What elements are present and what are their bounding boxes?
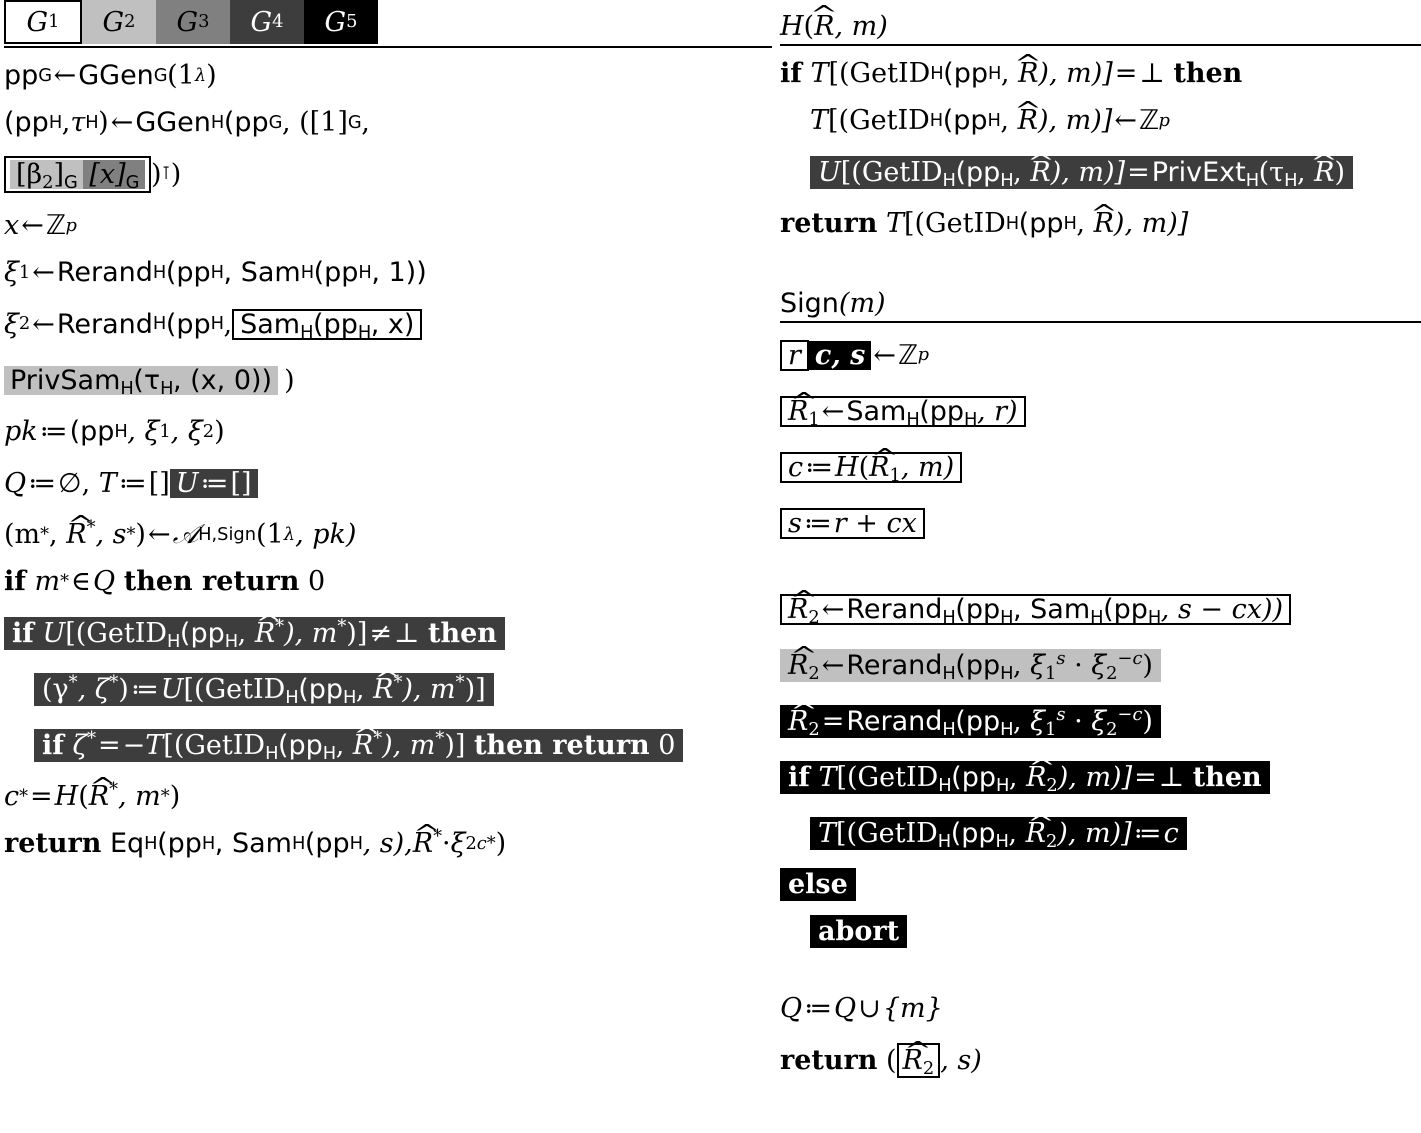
oracle-h-line-2: T [(GetID H (pp H, ^ R), m)] ← ℤp (810, 98, 1170, 136)
main-line-8: pk ≔ (pp H, ξ1, ξ 2) (4, 416, 225, 447)
game5-highlight-t-assign: T[(GetIDH(ppH, ^ R2), m)]≔c (810, 812, 1187, 850)
game1-box-r: r (780, 339, 809, 371)
game5-highlight-abort: abort (810, 915, 908, 948)
spacer-sign-end (780, 955, 1421, 985)
game-pseudocode-figure: G1 G2 G3 G4 G5 pp G ← GGen G (1 λ) (pp H, τ H)… (0, 0, 1421, 1133)
main-line-12: if U[(GetIDH(ppH, ^ R*), m*)]≠⊥ then (4, 605, 772, 661)
game1-box-return-r2: ^ R2 (896, 1039, 941, 1078)
oracle-h-rule (780, 44, 1421, 46)
main-line-4: x ← ℤp (4, 210, 77, 241)
oracle-sign-line-11: abort (780, 908, 1421, 955)
oracles-column: H(^ R, m) if T [(GetID H (pp H, ^ R), m)] = ⊥ th… (780, 0, 1421, 1088)
oracle-sign-line-7: ^ R2=RerandH(ppH, ξ1s · ξ2−c) (780, 693, 1421, 749)
main-line-3: [β2]G [x]G) ⊺) (4, 146, 772, 202)
game5-highlight-if-t: if T[(GetIDH(ppH, ^ R2), m)]=⊥ then (780, 756, 1270, 794)
spacer-sign-mid (780, 551, 1421, 581)
main-line-2: (pp H, τ H) ← GGen H (pp G, ([1] G , (4, 107, 370, 138)
game4-highlight-if-zeta: if ζ*=−T[(GetIDH(ppH, ^ R*), m*)] then re… (34, 724, 684, 762)
oracle-sign-line-2: ^ R1←SamH(ppH, r) (780, 383, 1421, 439)
game4-highlight-u-privext: U[(GetIDH(ppH, ^ R), m)]=PrivExtH(τH, ^ R) (810, 151, 1354, 189)
game1-box-r2-sam: ^ R2←RerandH(ppH, SamH(ppH, s − cx)) (780, 588, 1292, 626)
game5-highlight-cs: c, s (808, 340, 872, 370)
game2-highlight-beta: [β2]G (10, 159, 84, 191)
oracle-sign-line-12: Q ≔ Q ∪ {m} (780, 993, 943, 1024)
oracle-sign-line-8: if T[(GetIDH(ppH, ^ R2), m)]=⊥ then (780, 749, 1421, 805)
main-line-6: ξ2 ← Rerand H (pp H, SamH(ppH, x) (4, 296, 772, 352)
game-chip-g2: G2 (82, 0, 156, 44)
oracle-sign-line-9: T[(GetIDH(ppH, ^ R2), m)]≔c (780, 805, 1421, 861)
oracle-sign-line-5: ^ R2←RerandH(ppH, SamH(ppH, s − cx)) (780, 581, 1421, 637)
oracle-sign-rule (780, 321, 1421, 323)
game3-highlight-x: [x]G (83, 159, 145, 191)
oracle-h-line-1: if T [(GetID H (pp H, ^ R), m)] = ⊥ then (780, 51, 1243, 89)
oracle-h-line-4: return T [(GetID H (pp H, ^ R), m)] (780, 201, 1189, 239)
game2-highlight-r2-xi: ^ R2←RerandH(ppH, ξ1s · ξ2−c) (780, 644, 1161, 682)
game-chip-g3: G3 (156, 0, 230, 44)
main-header-rule (4, 46, 772, 48)
oracle-sign-line-3: c≔H(^ R1, m) (780, 439, 1421, 495)
game1-box-s-assign: s≔r + cx (780, 507, 925, 539)
oracle-sign-line-4: s≔r + cx (780, 495, 1421, 551)
game4-highlight-if-u: if U[(GetIDH(ppH, ^ R*), m*)]≠⊥ then (4, 612, 505, 650)
oracle-sign-line-1: r c, s ← ℤp (780, 327, 1421, 383)
main-line-16: return Eq H (pp H, Sam H (pp H, s), ^ R* · ξ 2 c*… (4, 821, 507, 859)
game-label-row: G1 G2 G3 G4 G5 (4, 0, 772, 44)
game5-highlight-else: else (780, 868, 856, 901)
oracle-sign-line-10: else (780, 861, 1421, 908)
game5-highlight-r2-xi: ^ R2=RerandH(ppH, ξ1s · ξ2−c) (780, 700, 1161, 738)
game1-box-c-hash: c≔H(^ R1, m) (780, 446, 963, 484)
main-line-14: if ζ*=−T[(GetIDH(ppH, ^ R*), m*)] then re… (4, 717, 772, 773)
game1-box-r1-sam: ^ R1←SamH(ppH, r) (780, 390, 1026, 428)
game-chip-g4: G4 (230, 0, 304, 44)
game4-highlight-gamma-zeta: (γ*, ζ*)≔U[(GetIDH(ppH, ^ R*), m*)] (34, 668, 494, 706)
oracle-sign-title: Sign (m) (780, 288, 886, 319)
spacer-between-oracles (780, 247, 1421, 277)
main-line-7: PrivSamH(τH, (x, 0))) (4, 352, 772, 408)
game4-highlight-u-init: U≔[] (169, 468, 258, 498)
game-chip-g1: G1 (4, 0, 82, 44)
game-chip-g5: G5 (304, 0, 378, 44)
main-line-13: (γ*, ζ*)≔U[(GetIDH(ppH, ^ R*), m*)] (4, 661, 772, 717)
main-line-15: c * = H(^ R*, m *) (4, 774, 181, 812)
main-line-1: pp G ← GGen G (1 λ) (4, 60, 217, 91)
game1-box-sam: SamH(ppH, x) (232, 308, 423, 341)
main-line-5: ξ1 ← Rerand H (pp H, Sam H (pp H, 1)) (4, 257, 427, 288)
main-game-column: G1 G2 G3 G4 G5 pp G ← GGen G (1 λ) (pp H, τ H)… (4, 0, 772, 867)
oracle-h-title: H(^ R, m) (780, 2, 888, 42)
oracle-sign-line-13: return (^ R2, s) (780, 1037, 982, 1079)
main-line-11: if m * ∈ Q then return 0 (4, 566, 326, 597)
oracle-sign-line-6: ^ R2←RerandH(ppH, ξ1s · ξ2−c) (780, 637, 1421, 693)
game1-box-beta-x: [β2]G [x]G (4, 155, 151, 193)
game2-highlight-privsam: PrivSamH(τH, (x, 0)) (4, 365, 279, 397)
main-line-10: (m *, ^ R*, s *) ← 𝒜 H,Sign (1 λ, pk) (4, 512, 357, 550)
oracle-h-line-3: U[(GetIDH(ppH, ^ R), m)]=PrivExtH(τH, ^ R) (780, 144, 1421, 200)
main-line-9: Q ≔ ∅, T ≔[] U≔[] (4, 455, 772, 511)
